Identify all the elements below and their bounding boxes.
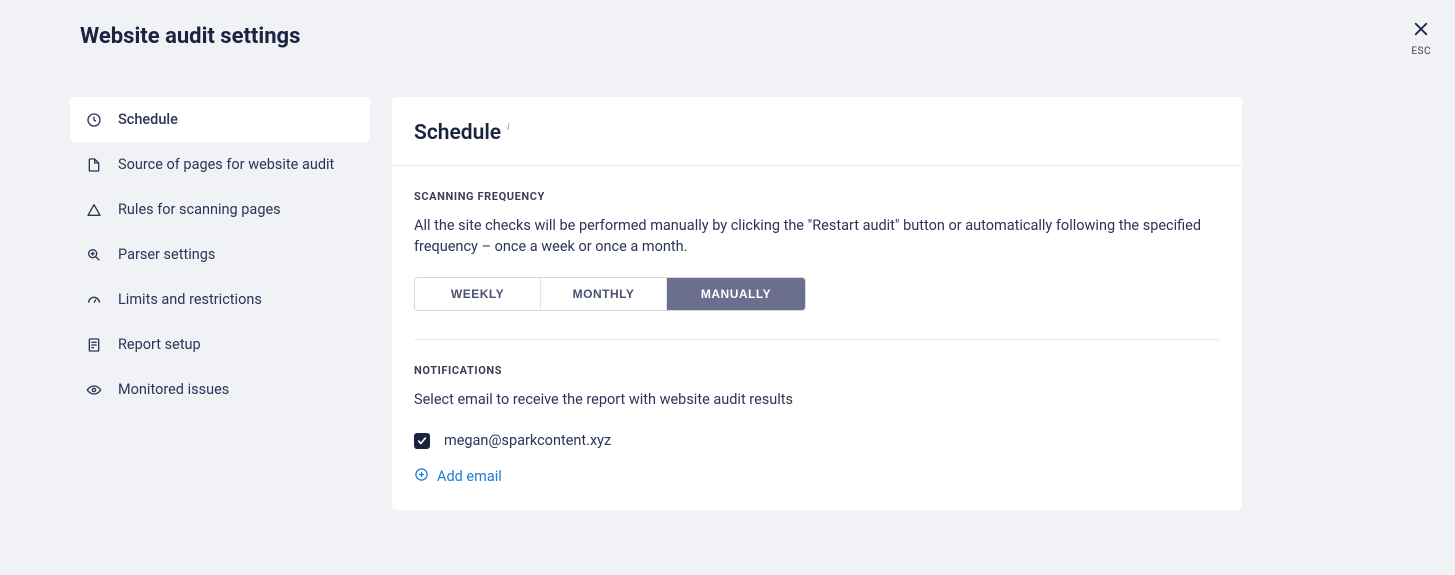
sidebar-item-limits-restrictions[interactable]: Limits and restrictions — [70, 277, 370, 322]
clock-icon — [86, 112, 102, 128]
sidebar-item-label: Report setup — [118, 336, 201, 353]
sidebar-item-report-setup[interactable]: Report setup — [70, 322, 370, 367]
sidebar-item-rules-scanning[interactable]: Rules for scanning pages — [70, 187, 370, 232]
sidebar-item-source-of-pages[interactable]: Source of pages for website audit — [70, 142, 370, 187]
esc-label: ESC — [1411, 46, 1431, 57]
email-row: megan@sparkcontent.xyz — [414, 432, 1220, 449]
close-button[interactable]: ESC — [1411, 20, 1431, 57]
notifications-label: NOTIFICATIONS — [414, 364, 1220, 377]
notifications-description: Select email to receive the report with … — [414, 389, 1220, 410]
eye-icon — [86, 382, 102, 398]
speedometer-icon — [86, 292, 102, 308]
file-icon — [86, 157, 102, 173]
sidebar-item-monitored-issues[interactable]: Monitored issues — [70, 367, 370, 412]
plus-circle-icon — [414, 467, 429, 486]
scanning-frequency-description: All the site checks will be performed ma… — [414, 215, 1220, 257]
sidebar-item-label: Rules for scanning pages — [118, 201, 281, 218]
add-email-label: Add email — [437, 468, 502, 485]
sidebar-item-label: Limits and restrictions — [118, 291, 262, 308]
document-icon — [86, 337, 102, 353]
zoom-icon — [86, 247, 102, 263]
close-icon — [1412, 20, 1430, 42]
main-title: Schedule — [414, 121, 501, 145]
sidebar-item-schedule[interactable]: Schedule — [70, 97, 370, 142]
frequency-manually-button[interactable]: MANUALLY — [667, 278, 805, 310]
sidebar: Schedule Source of pages for website aud… — [70, 97, 370, 510]
scanning-frequency-label: SCANNING FREQUENCY — [414, 190, 1220, 203]
frequency-monthly-button[interactable]: MONTHLY — [541, 278, 667, 310]
main-panel: Schedule i SCANNING FREQUENCY All the si… — [392, 97, 1242, 510]
email-address: megan@sparkcontent.xyz — [444, 432, 611, 449]
warning-icon — [86, 202, 102, 218]
add-email-button[interactable]: Add email — [414, 467, 502, 486]
sidebar-item-label: Source of pages for website audit — [118, 156, 334, 173]
sidebar-item-label: Monitored issues — [118, 381, 229, 398]
sidebar-item-parser-settings[interactable]: Parser settings — [70, 232, 370, 277]
email-checkbox[interactable] — [414, 433, 430, 449]
sidebar-item-label: Schedule — [118, 111, 178, 128]
sidebar-item-label: Parser settings — [118, 246, 215, 263]
frequency-selector: WEEKLY MONTHLY MANUALLY — [414, 277, 806, 311]
frequency-weekly-button[interactable]: WEEKLY — [415, 278, 541, 310]
info-icon[interactable]: i — [507, 122, 509, 133]
page-title: Website audit settings — [80, 24, 300, 49]
